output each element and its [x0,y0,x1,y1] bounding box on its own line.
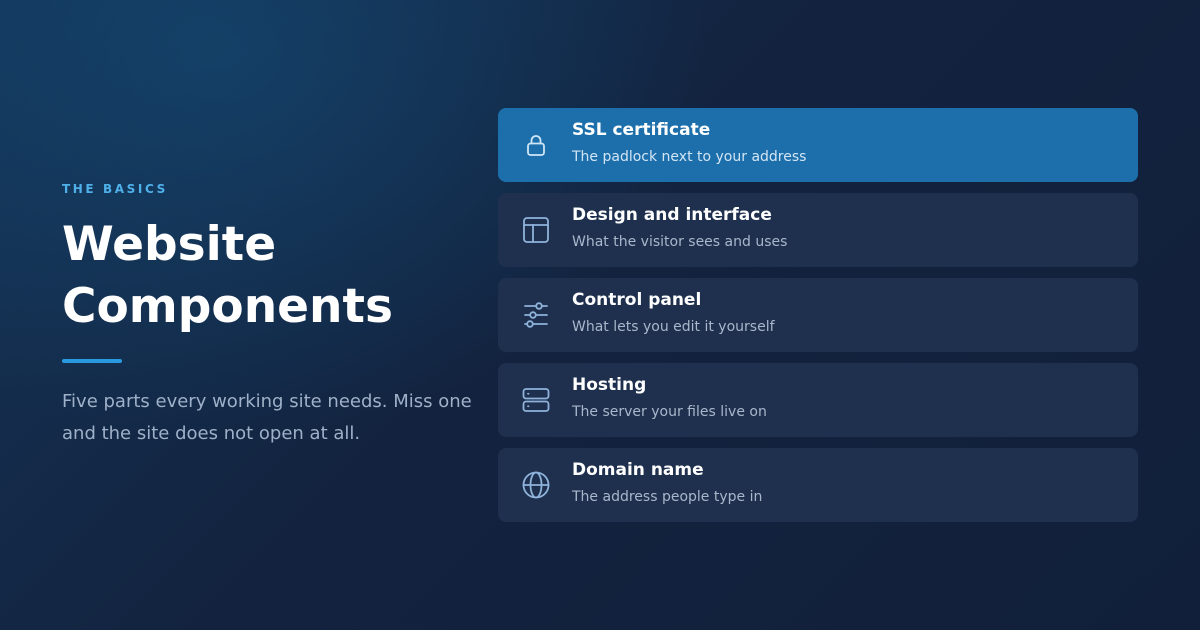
globe-icon [522,471,550,499]
accent-divider [62,359,122,363]
component-title: SSL certificate [572,120,711,140]
intro-description-line-2: and the site does not open at all. [62,423,361,444]
component-card-ssl[interactable]: SSL certificate The padlock next to your… [498,108,1138,182]
component-subtitle: The server your files live on [572,404,767,420]
padlock-icon [522,131,550,159]
server-icon [522,386,550,414]
intro-description: Five parts every working site needs. Mis… [62,386,472,450]
component-title: Design and interface [572,205,772,225]
component-title: Domain name [572,460,704,480]
eyebrow-label: THE BASICS [62,182,168,196]
page-title: Website Components [62,214,462,338]
component-card-hosting[interactable]: Hosting The server your files live on [498,363,1138,437]
component-subtitle: What lets you edit it yourself [572,319,775,335]
page-title-line-2: Components [62,279,393,334]
intro-description-line-1: Five parts every working site needs. Mis… [62,391,472,412]
layout-icon [522,216,550,244]
component-title: Hosting [572,375,647,395]
component-card-design[interactable]: Design and interface What the visitor se… [498,193,1138,267]
component-title: Control panel [572,290,702,310]
sliders-icon [522,301,550,329]
component-card-control-panel[interactable]: Control panel What lets you edit it your… [498,278,1138,352]
page-title-line-1: Website [62,217,277,272]
component-subtitle: What the visitor sees and uses [572,234,788,250]
component-subtitle: The address people type in [572,489,763,505]
component-card-domain[interactable]: Domain name The address people type in [498,448,1138,522]
component-subtitle: The padlock next to your address [572,149,807,165]
component-list: SSL certificate The padlock next to your… [498,108,1138,533]
